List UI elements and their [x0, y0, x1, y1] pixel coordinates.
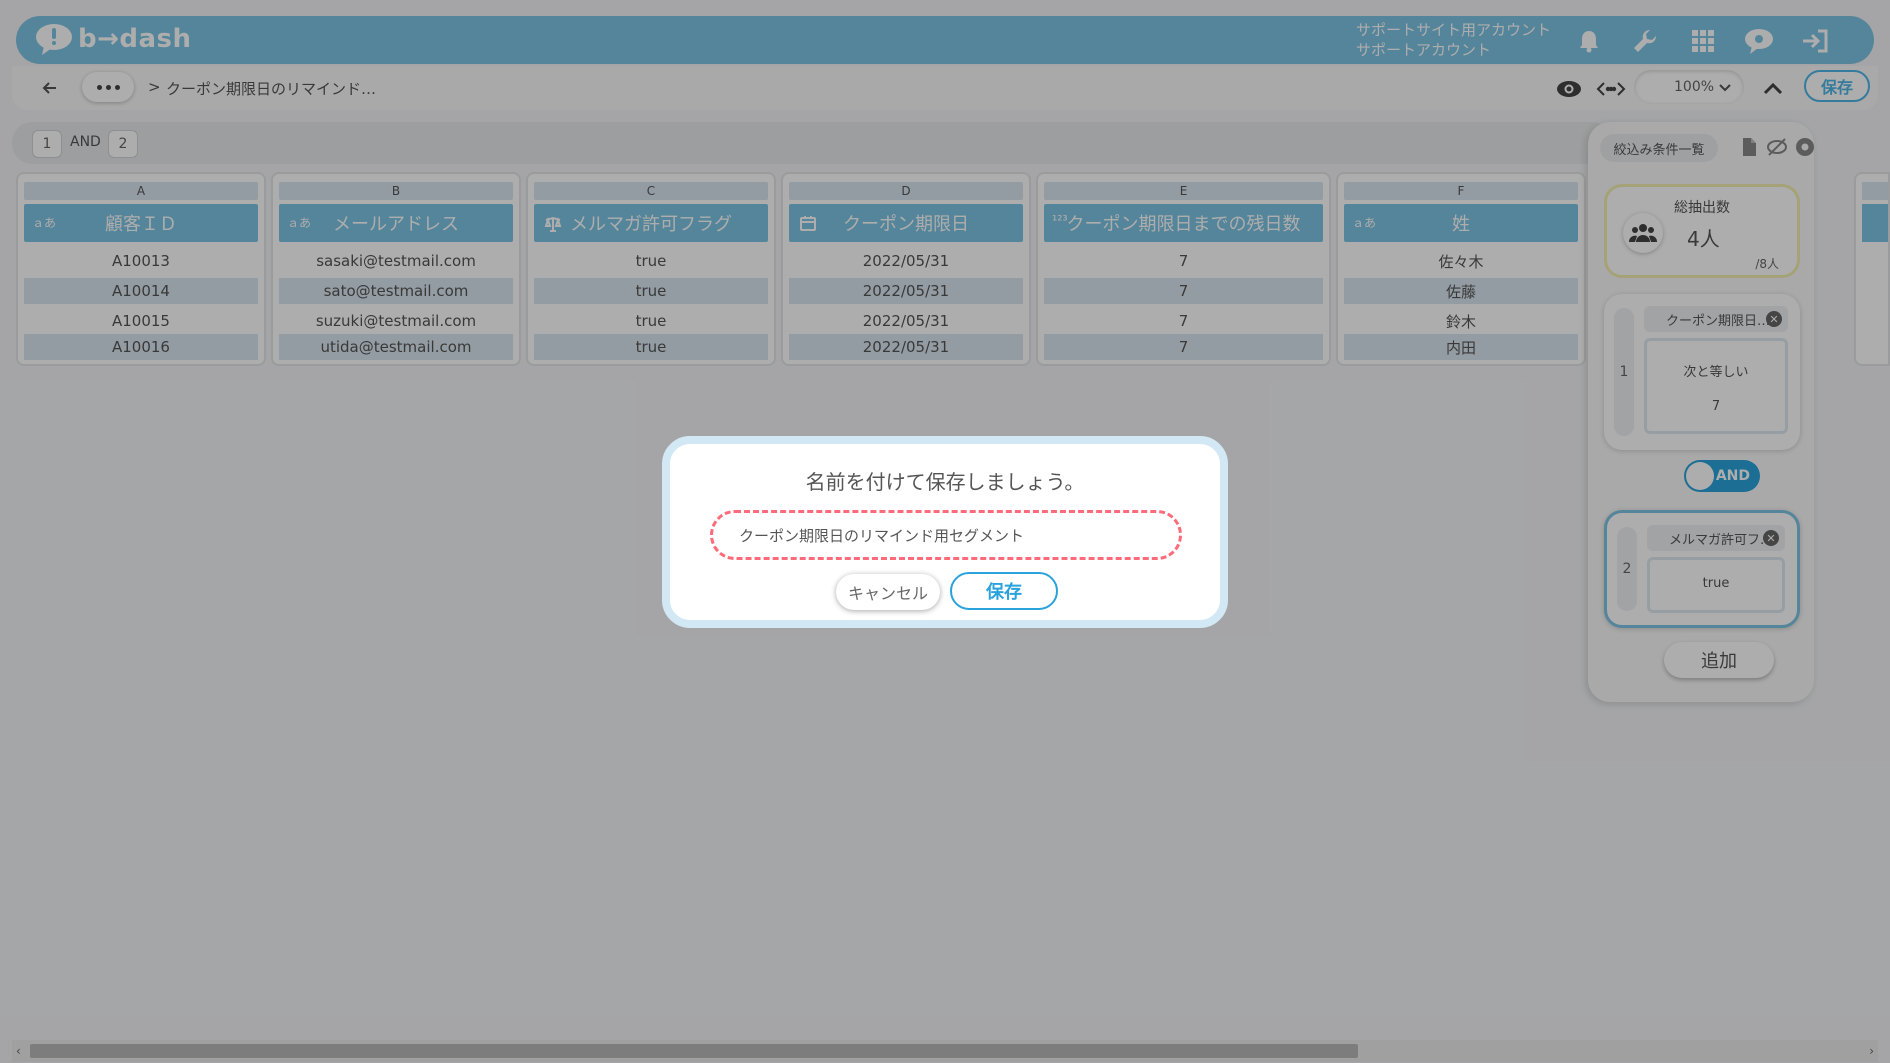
segment-name-input[interactable] [710, 510, 1182, 560]
dialog-title: 名前を付けて保存しましょう。 [805, 470, 1085, 494]
save-name-dialog: 名前を付けて保存しましょう。 キャンセル 保存 [662, 436, 1228, 628]
dialog-save-button[interactable]: 保存 [950, 572, 1058, 610]
cancel-button[interactable]: キャンセル [836, 574, 940, 610]
